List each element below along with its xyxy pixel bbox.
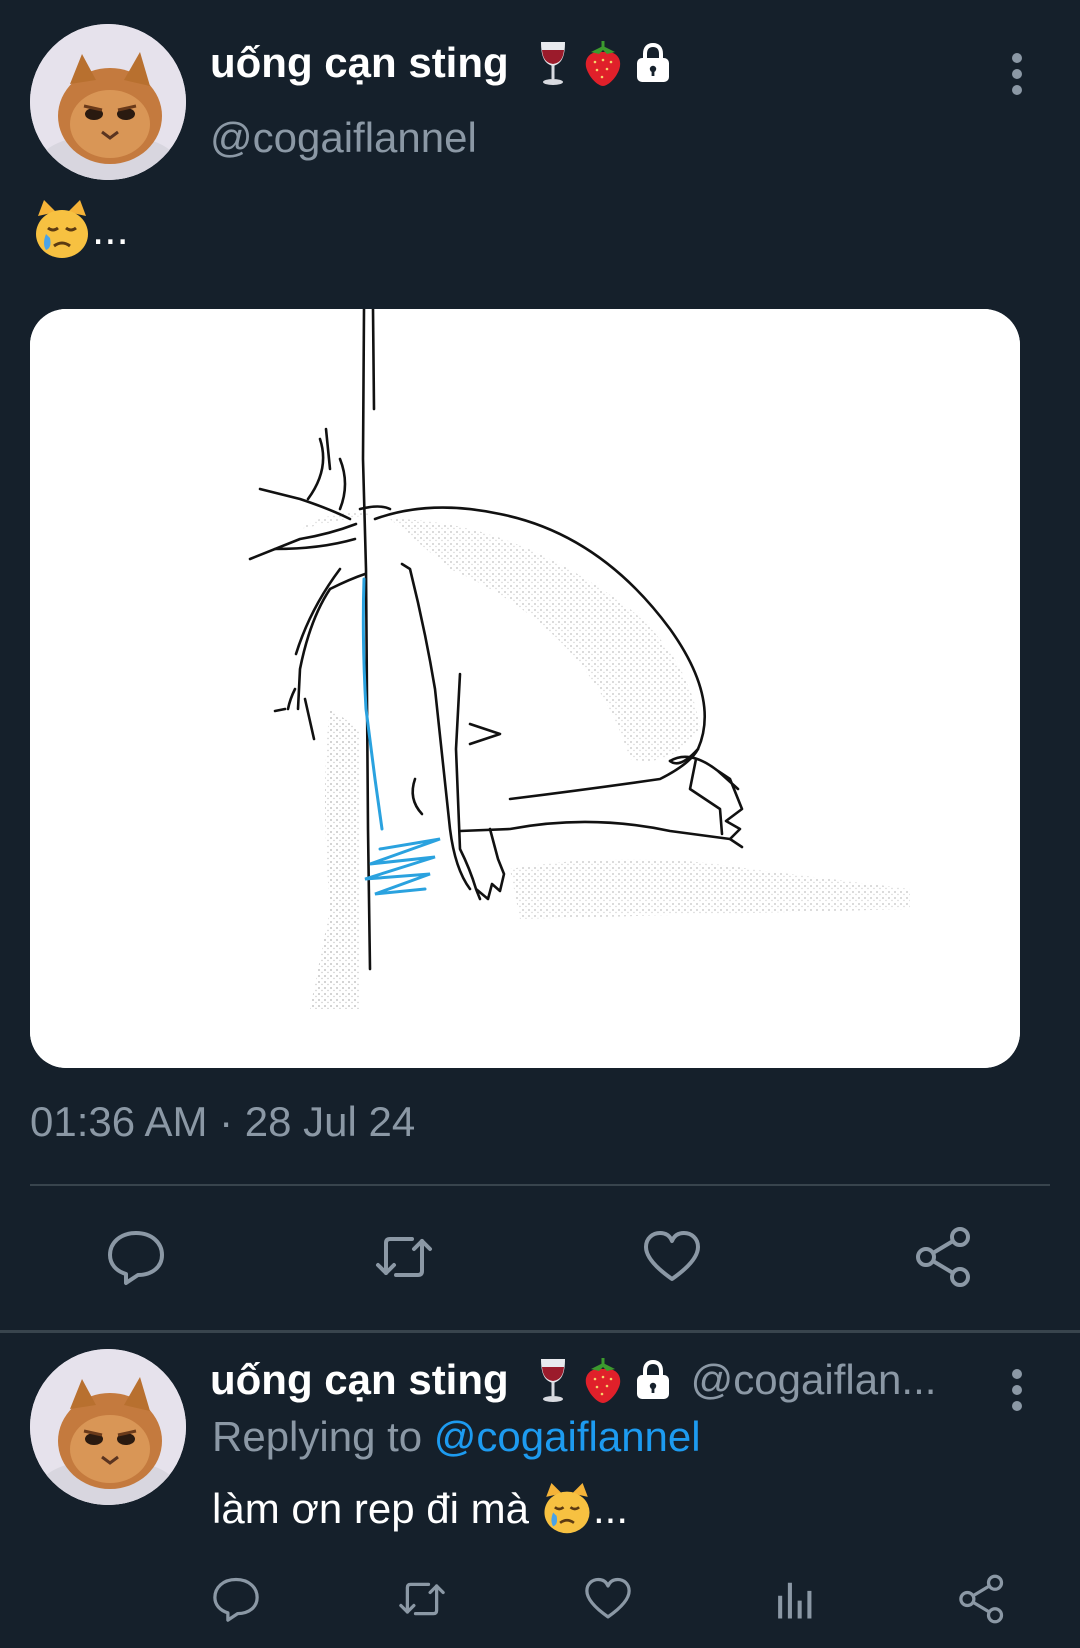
share-icon[interactable] [912, 1225, 976, 1289]
divider [30, 1184, 1050, 1186]
user-handle[interactable]: @cogaiflannel [210, 114, 477, 162]
share-icon[interactable] [956, 1573, 1008, 1625]
crying-cat-face-icon [541, 1481, 593, 1537]
tweet-text: ... [32, 198, 129, 262]
cat-avatar-image [30, 1349, 186, 1505]
reply-icon[interactable] [210, 1573, 262, 1625]
display-name[interactable]: uống cạn sting [210, 38, 675, 88]
wine-glass-icon [531, 38, 575, 88]
display-name-text: uống cạn sting [210, 39, 509, 86]
reply-icon[interactable] [104, 1225, 168, 1289]
mention-link[interactable]: @cogaiflannel [434, 1413, 701, 1460]
timestamp[interactable]: 01:36 AM · 28 Jul 24 [30, 1098, 415, 1146]
retweet-icon[interactable] [396, 1573, 448, 1625]
reply-tweet[interactable]: uống cạn sting @cogaiflan... Replying to… [0, 1333, 1080, 1648]
cat-avatar-image [30, 24, 186, 180]
more-options-icon[interactable] [1002, 1363, 1032, 1417]
crying-cat-face-icon [32, 198, 92, 262]
main-tweet: uống cạn sting @cogaiflannel ... 01:36 A… [0, 0, 1080, 1330]
replying-to-label: Replying to [212, 1413, 423, 1460]
display-name-text: uống cạn sting [210, 1356, 509, 1403]
reply-text-suffix: ... [593, 1485, 629, 1532]
lock-icon [631, 38, 675, 88]
user-handle: @cogaiflan... [690, 1356, 937, 1403]
wine-glass-icon [531, 1355, 575, 1405]
reply-header[interactable]: uống cạn sting @cogaiflan... [210, 1355, 980, 1405]
tweet-media-image[interactable] [30, 309, 1020, 1068]
strawberry-icon [581, 38, 625, 88]
like-icon[interactable] [640, 1225, 704, 1289]
reply-text-content: làm ơn rep đi mà [212, 1485, 529, 1532]
more-options-icon[interactable] [1002, 47, 1032, 101]
lock-icon [631, 1355, 675, 1405]
strawberry-icon [581, 1355, 625, 1405]
analytics-icon[interactable] [770, 1573, 822, 1625]
drawing-image [30, 309, 1020, 1068]
tweet-text-content: ... [92, 205, 129, 254]
profile-badges [531, 1355, 675, 1405]
retweet-icon[interactable] [372, 1225, 436, 1289]
reply-text: làm ơn rep đi mà ... [212, 1481, 628, 1537]
replying-to: Replying to @cogaiflannel [212, 1413, 701, 1461]
avatar[interactable] [30, 24, 186, 180]
profile-badges [531, 38, 675, 88]
like-icon[interactable] [582, 1573, 634, 1625]
avatar[interactable] [30, 1349, 186, 1505]
